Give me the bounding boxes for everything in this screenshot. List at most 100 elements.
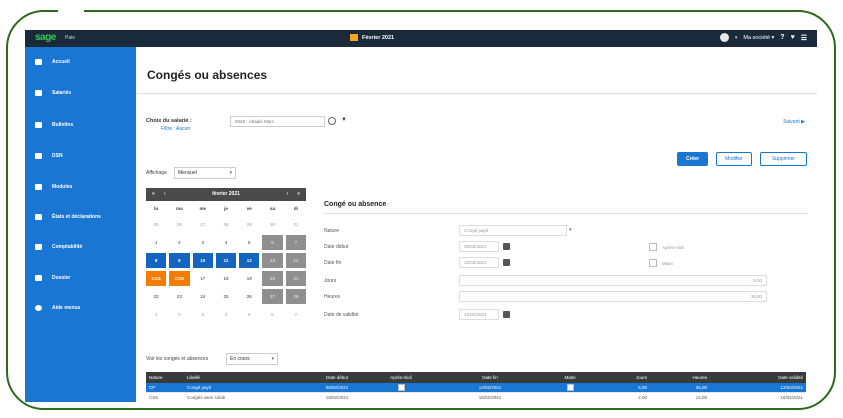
nature-select[interactable]: Congé payé [459,225,567,236]
calendar-day[interactable]: 1 [146,235,166,250]
calendar-day[interactable]: 7 [286,307,306,322]
calendar-day[interactable]: 30 [262,217,282,232]
sidebar-item-dsn[interactable]: DSN [35,153,63,159]
chevron-down-icon[interactable]: ▾ [569,227,572,233]
calendar-day[interactable]: 9 [169,253,190,268]
sage-logo[interactable]: sage [35,32,56,43]
table-header-cell[interactable]: Date validité [710,372,806,383]
calendar-day[interactable]: 2 [169,235,189,250]
period-selector[interactable]: Février 2021 [350,34,394,41]
table-header-cell[interactable]: Matin [550,372,590,383]
table-row[interactable]: CP Congé payé 08/02/2021 12/02/2021 5,00 35,0… [146,383,806,393]
list-filter-select[interactable]: En cours ▾ [226,353,278,365]
chevron-down-icon[interactable]: ▼ [341,117,347,123]
calendar-day[interactable]: 10 [192,253,213,268]
sidebar-item-modules[interactable]: Modules [35,184,72,190]
calendar-day[interactable]: 26 [239,289,259,304]
calendar-day[interactable]: 28 [216,217,236,232]
calendar-icon[interactable] [503,243,510,250]
sidebar-item-accueil[interactable]: Accueil [35,59,70,65]
table-header-cell[interactable]: Nature [146,372,184,383]
user-avatar-icon[interactable] [719,33,729,42]
row-checkbox[interactable] [397,384,405,392]
calendar-day[interactable]: 25 [146,217,166,232]
calendar-day[interactable]: 27 [193,217,213,232]
calendar-day[interactable]: CSS [169,271,190,286]
user-dropdown-icon[interactable]: ▾ [735,35,738,41]
table-header-cell[interactable]: Date début [302,372,372,383]
notifications-icon[interactable]: ♥ [791,34,795,41]
menu-icon[interactable]: ☰ [801,34,807,42]
calendar-day[interactable]: 5 [239,235,259,250]
calendar-day[interactable]: 1 [146,307,166,322]
calendar-day[interactable]: 27 [262,289,283,304]
table-cell: 08/02/2021 [325,385,349,390]
next-year-button[interactable]: » [297,191,300,197]
row-checkbox[interactable] [566,384,574,392]
sidebar-item-dossier[interactable]: Dossier [35,275,70,281]
table-header-cell[interactable]: Date fin [430,372,550,383]
calendar-day[interactable]: 24 [193,289,213,304]
calendar-day[interactable]: 7 [285,235,306,250]
calendar-day[interactable]: 6 [262,235,283,250]
table-header-cell[interactable]: Libellé [184,372,302,383]
delete-button[interactable]: Supprimer [760,152,807,166]
table-row[interactable]: CSS Congés sans solde 15/02/2021 16/02/2021… [146,393,806,402]
sidebar-item-bulletins[interactable]: Bulletins [35,122,73,128]
calendar-day[interactable]: 25 [216,289,236,304]
employee-select[interactable]: 0029 - Abadie Marc [230,116,325,127]
create-button[interactable]: Créer [677,152,708,166]
afternoon-checkbox-row[interactable]: Après-midi [649,243,684,251]
sidebar-item-aide[interactable]: Aide menus [35,305,80,311]
calendar-day[interactable]: 21 [285,271,306,286]
calendar-day[interactable]: 29 [239,217,259,232]
table-header-cell[interactable]: Jours [590,372,650,383]
table-cell: 35,00 [695,385,707,390]
calendar-day[interactable]: 20 [262,271,283,286]
calendar-day[interactable]: 28 [285,289,306,304]
calendar-day[interactable]: 13 [262,253,283,268]
next-employee-link[interactable]: Suivant ▶ [783,119,805,125]
calendar-icon[interactable] [503,259,510,266]
calendar-day[interactable]: 8 [146,253,167,268]
calendar-day[interactable]: 6 [262,307,282,322]
calendar-day[interactable]: 14 [285,253,306,268]
filter-link[interactable]: Filtre : Aucun [161,126,190,132]
hours-input[interactable]: 35,00 [459,291,767,302]
calendar-day[interactable]: 23 [169,289,189,304]
calendar-day[interactable]: 4 [216,235,236,250]
calendar-day[interactable]: 4 [216,307,236,322]
calendar-day[interactable]: 19 [239,271,259,286]
calendar-day[interactable]: 11 [215,253,237,268]
calendar-icon[interactable] [503,311,510,318]
calendar-day[interactable]: 17 [193,271,213,286]
table-header-cell[interactable]: Après-midi [372,372,430,383]
calendar-day[interactable]: 2 [169,307,189,322]
calendar-day[interactable]: 26 [169,217,189,232]
calendar-day[interactable]: CSS [146,271,167,286]
morning-checkbox-row[interactable]: Matin [649,259,673,267]
modify-button[interactable]: Modifier [716,152,752,166]
table-header-cell[interactable]: Heures [650,372,710,383]
calendar-day[interactable]: 3 [193,307,213,322]
afternoon-checkbox[interactable] [649,243,657,251]
calendar-day[interactable]: 18 [216,271,236,286]
company-selector[interactable]: Ma société ▾ [743,35,774,41]
calendar-day[interactable]: 5 [239,307,259,322]
next-month-button[interactable]: › [286,191,288,197]
sidebar-item-salaries[interactable]: Salariés [35,90,71,96]
morning-checkbox[interactable] [649,259,657,267]
calendar-day[interactable]: 3 [193,235,213,250]
sidebar-item-comptabilite[interactable]: Comptabilité [35,244,82,250]
calendar-day[interactable]: 22 [146,289,166,304]
validity-date-input[interactable]: 12/02/2021 [459,309,499,320]
sidebar-item-etats[interactable]: États et déclarations [35,214,101,220]
search-icon[interactable] [328,117,336,125]
display-select[interactable]: Mensuel ▾ [174,167,236,179]
calendar-day[interactable]: 31 [286,217,306,232]
days-input[interactable]: 5,00 [459,275,767,286]
start-date-input[interactable]: 08/02/2021 [459,241,499,252]
calendar-day[interactable]: 12 [239,253,260,268]
help-icon[interactable]: ? [780,34,784,41]
end-date-input[interactable]: 12/02/2021 [459,257,499,268]
